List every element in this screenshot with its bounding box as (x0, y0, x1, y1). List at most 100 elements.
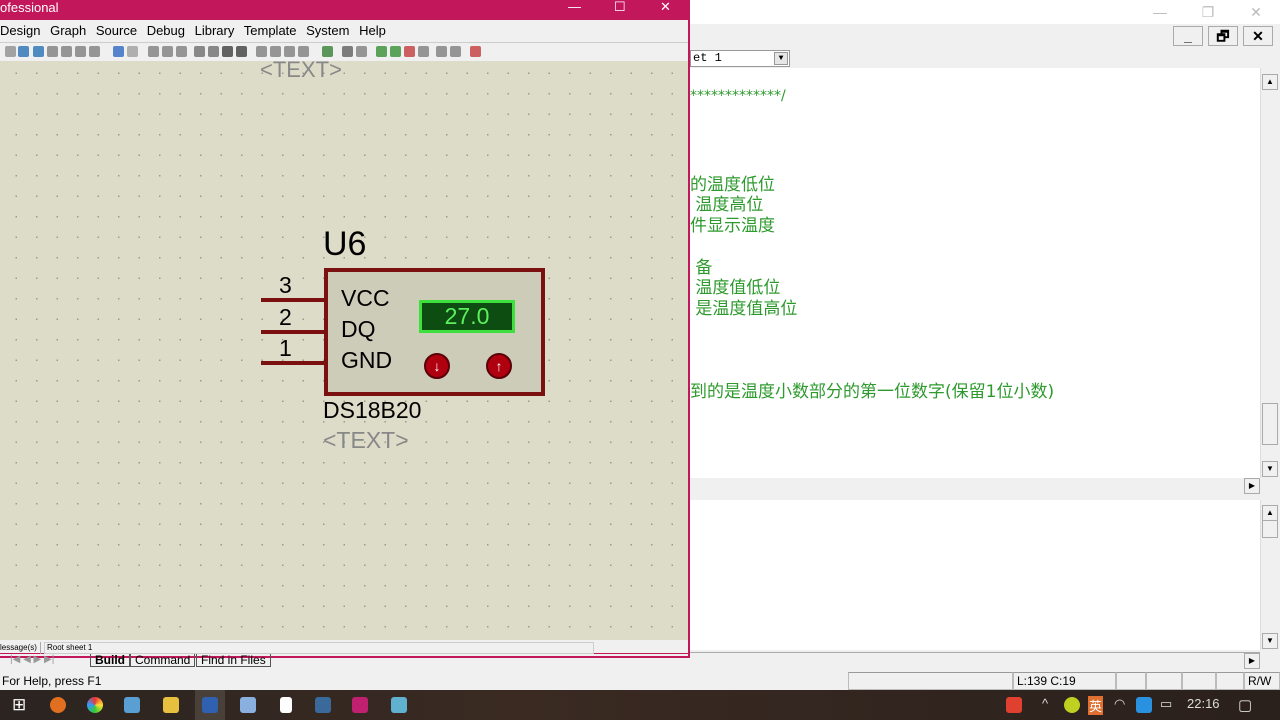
toolbar-button-icon[interactable] (356, 46, 367, 57)
toolbar-button-icon[interactable] (298, 46, 309, 57)
chevron-down-icon[interactable]: ▼ (774, 52, 788, 65)
maximize-button[interactable]: ☐ (614, 0, 626, 14)
toolbar-button-icon[interactable] (61, 46, 72, 57)
app-icon[interactable] (352, 697, 368, 713)
pin-line[interactable] (261, 361, 324, 365)
output-vertical-scrollbar[interactable]: ▲ ▼ (1260, 500, 1280, 650)
clock[interactable]: 22:16 (1187, 696, 1220, 711)
ds18b20-component[interactable]: VCC DQ GND 27.0 ↓ ↑ (324, 268, 545, 396)
component-ref[interactable]: U6 (323, 225, 366, 264)
toolbar-button-icon[interactable] (322, 46, 333, 57)
toolbar-button-icon[interactable] (89, 46, 100, 57)
scroll-down-icon[interactable]: ▼ (1262, 633, 1278, 649)
menu-library[interactable]: Library (195, 23, 235, 38)
browser-icon[interactable] (87, 697, 103, 713)
decrease-temp-icon[interactable]: ↓ (424, 353, 450, 379)
menu-template[interactable]: Template (244, 23, 297, 38)
toolbar-button-icon[interactable] (5, 46, 16, 57)
toolbar-button-icon[interactable] (18, 46, 29, 57)
menu-graph[interactable]: Graph (50, 23, 86, 38)
search-app-icon[interactable] (50, 697, 66, 713)
sogou-icon[interactable] (1006, 697, 1022, 713)
minimize-button[interactable]: — (1140, 2, 1180, 22)
toolbar-button-icon[interactable] (222, 46, 233, 57)
mdi-restore-button[interactable]: 🗗 (1208, 26, 1238, 46)
menu-source[interactable]: Source (96, 23, 137, 38)
toolbar-button-icon[interactable] (148, 46, 159, 57)
toolbar-button-icon[interactable] (33, 46, 44, 57)
notification-icon[interactable]: ▢ (1238, 696, 1252, 714)
pin-line[interactable] (261, 330, 324, 334)
scroll-thumb[interactable] (1262, 403, 1278, 445)
tab-build[interactable]: Build (90, 654, 130, 667)
battery-icon[interactable]: ▭ (1160, 696, 1172, 712)
bluetooth-icon[interactable] (1136, 697, 1152, 713)
close-button[interactable]: ✕ (660, 0, 671, 14)
pin-line[interactable] (261, 298, 324, 302)
messages-count[interactable]: lessage(s) (0, 642, 41, 654)
mdi-close-button[interactable]: ✕ (1243, 26, 1273, 46)
toolbar-button-icon[interactable] (418, 46, 429, 57)
scroll-down-icon[interactable]: ▼ (1262, 461, 1278, 477)
mdi-minimize-button[interactable]: _ (1173, 26, 1203, 46)
schematic-canvas[interactable]: <TEXT> U6 VCC DQ GND 27.0 ↓ ↑ 3 2 1 DS18… (0, 61, 688, 640)
toolbar-button-icon[interactable] (436, 46, 447, 57)
toolbar-button-icon[interactable] (127, 46, 138, 57)
chevron-up-icon[interactable]: ^ (1042, 696, 1048, 711)
increase-temp-icon[interactable]: ↑ (486, 353, 512, 379)
scroll-up-icon[interactable]: ▲ (1262, 505, 1278, 521)
scroll-thumb[interactable] (1262, 520, 1278, 538)
toolbar-button-icon[interactable] (284, 46, 295, 57)
code-area[interactable]: *************/ 的温度低位 温度高位 件显示温度 备 温度值低位 … (690, 68, 1260, 478)
toolbar-button-icon[interactable] (256, 46, 267, 57)
output-horizontal-scrollbar[interactable]: ▶ (690, 652, 1260, 669)
windows-start-icon[interactable]: ⊞ (12, 695, 26, 715)
code-line: *************/ (690, 88, 786, 104)
toolbar-button-icon[interactable] (208, 46, 219, 57)
tray-app-icon[interactable] (1064, 697, 1080, 713)
paint-icon[interactable] (240, 697, 256, 713)
isis-taskbar-button[interactable] (195, 690, 225, 720)
menu-system[interactable]: System (306, 23, 349, 38)
sheet-select[interactable]: et 1 ▼ (690, 50, 790, 67)
toolbar-button-icon[interactable] (470, 46, 481, 57)
toolbar-button-icon[interactable] (450, 46, 461, 57)
output-pane[interactable] (690, 500, 1260, 650)
toolbar-button-icon[interactable] (75, 46, 86, 57)
toolbar-button-icon[interactable] (270, 46, 281, 57)
toolbar-button-icon[interactable] (194, 46, 205, 57)
notepad-icon[interactable] (280, 697, 292, 713)
toolbar-button-icon[interactable] (113, 46, 124, 57)
toolbar-button-icon[interactable] (236, 46, 247, 57)
menu-help[interactable]: Help (359, 23, 386, 38)
vertical-scrollbar[interactable]: ▲ ▼ (1260, 68, 1280, 478)
minimize-button[interactable]: — (568, 0, 581, 14)
toolbar-button-icon[interactable] (342, 46, 353, 57)
tab-nav-arrows[interactable]: |◀ ◀ ▶ ▶| (10, 654, 54, 666)
toolbar-button-icon[interactable] (390, 46, 401, 57)
close-button[interactable]: ✕ (1236, 2, 1276, 22)
toolbar-button-icon[interactable] (176, 46, 187, 57)
window-title: ofessional (0, 0, 59, 15)
tab-find-in-files[interactable]: Find in Files (196, 654, 271, 667)
scroll-right-icon[interactable]: ▶ (1244, 478, 1260, 494)
app2-icon[interactable] (391, 697, 407, 713)
files-icon[interactable] (124, 697, 140, 713)
horizontal-scrollbar[interactable]: ▶ (690, 478, 1260, 494)
toolbar-button-icon[interactable] (376, 46, 387, 57)
wifi-icon[interactable]: ◠ (1114, 696, 1125, 712)
scroll-right-icon[interactable]: ▶ (1244, 653, 1260, 669)
scroll-up-icon[interactable]: ▲ (1262, 74, 1278, 90)
menu-design[interactable]: Design (0, 23, 40, 38)
file-explorer-icon[interactable] (163, 697, 179, 713)
part-name: DS18B20 (323, 397, 422, 423)
toolbar-button-icon[interactable] (404, 46, 415, 57)
ime-indicator[interactable]: 英 (1088, 696, 1104, 715)
toolbar (0, 42, 688, 60)
toolbar-button-icon[interactable] (47, 46, 58, 57)
tab-command[interactable]: Command (130, 654, 196, 667)
viewer-icon[interactable] (315, 697, 331, 713)
menu-debug[interactable]: Debug (147, 23, 185, 38)
maximize-button[interactable]: ❐ (1188, 2, 1228, 22)
toolbar-button-icon[interactable] (162, 46, 173, 57)
